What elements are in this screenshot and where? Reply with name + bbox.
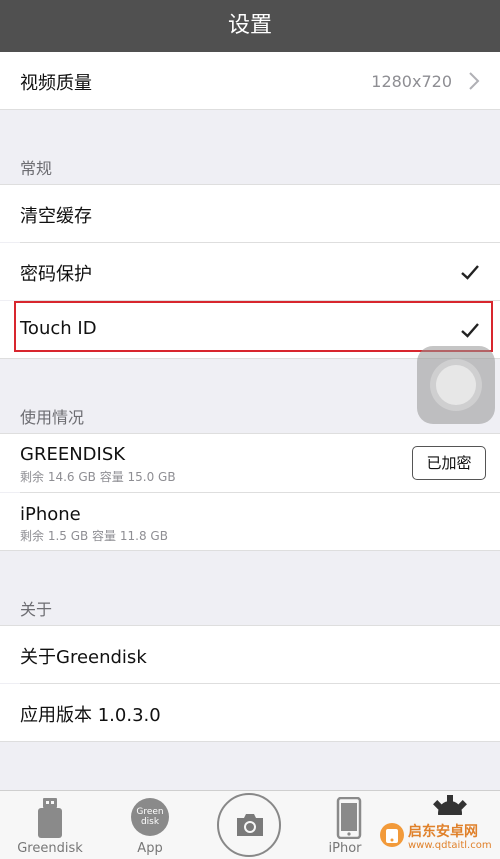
app-version-row: 应用版本 1.0.3.0: [0, 684, 500, 741]
greendisk-storage-detail: 剩余 14.6 GB 容量 15.0 GB: [20, 470, 176, 484]
tab-app[interactable]: Green disk App: [100, 791, 200, 859]
assistive-touch-button[interactable]: [417, 346, 495, 424]
touch-id-highlight-box: [14, 301, 493, 352]
usage-section-header: 使用情况: [20, 408, 85, 427]
tab-iphone-label: iPhor: [328, 841, 362, 856]
app-version-label: 应用版本 1.0.3.0: [20, 705, 161, 726]
tab-app-label: App: [137, 841, 163, 856]
greendisk-app-icon: Green disk: [131, 798, 169, 836]
nav-bar: 设置: [0, 0, 500, 52]
divider: [0, 109, 500, 110]
about-greendisk-label: 关于Greendisk: [20, 647, 147, 668]
video-quality-label: 视频质量: [20, 73, 92, 94]
about-greendisk-row[interactable]: 关于Greendisk: [0, 626, 500, 683]
camera-icon: [237, 814, 263, 836]
divider: [0, 741, 500, 742]
tab-camera[interactable]: [200, 791, 300, 859]
watermark: 启东安卓网 www.qdtaitl.com: [378, 818, 500, 858]
password-protection-label: 密码保护: [20, 264, 92, 285]
page-title: 设置: [227, 13, 272, 38]
gear-icon: [433, 795, 467, 815]
usb-drive-icon: [38, 798, 62, 838]
chevron-right-icon: [469, 72, 480, 90]
iphone-icon: [336, 797, 362, 839]
divider: [0, 550, 500, 551]
greendisk-storage-row: GREENDISK 剩余 14.6 GB 容量 15.0 GB 已加密: [0, 434, 500, 492]
clear-cache-label: 清空缓存: [20, 206, 92, 227]
clear-cache-row[interactable]: 清空缓存: [0, 185, 500, 242]
general-section-header: 常规: [20, 159, 53, 178]
iphone-storage-detail: 剩余 1.5 GB 容量 11.8 GB: [20, 529, 168, 543]
iphone-name: iPhone: [20, 504, 81, 525]
video-quality-value: 1280x720: [371, 72, 452, 91]
iphone-storage-row: iPhone 剩余 1.5 GB 容量 11.8 GB: [0, 493, 500, 550]
encrypted-button[interactable]: 已加密: [412, 446, 486, 480]
watermark-logo-icon: [380, 823, 404, 847]
greendisk-name: GREENDISK: [20, 444, 126, 465]
about-section-header: 关于: [20, 600, 53, 619]
tab-greendisk[interactable]: Greendisk: [0, 791, 100, 859]
video-quality-row[interactable]: 视频质量 1280x720: [0, 52, 500, 109]
tab-greendisk-label: Greendisk: [17, 841, 83, 856]
watermark-name: 启东安卓网: [408, 824, 478, 840]
checkmark-icon: [461, 265, 479, 280]
watermark-url: www.qdtaitl.com: [408, 840, 492, 851]
password-protection-row[interactable]: 密码保护: [0, 243, 500, 300]
